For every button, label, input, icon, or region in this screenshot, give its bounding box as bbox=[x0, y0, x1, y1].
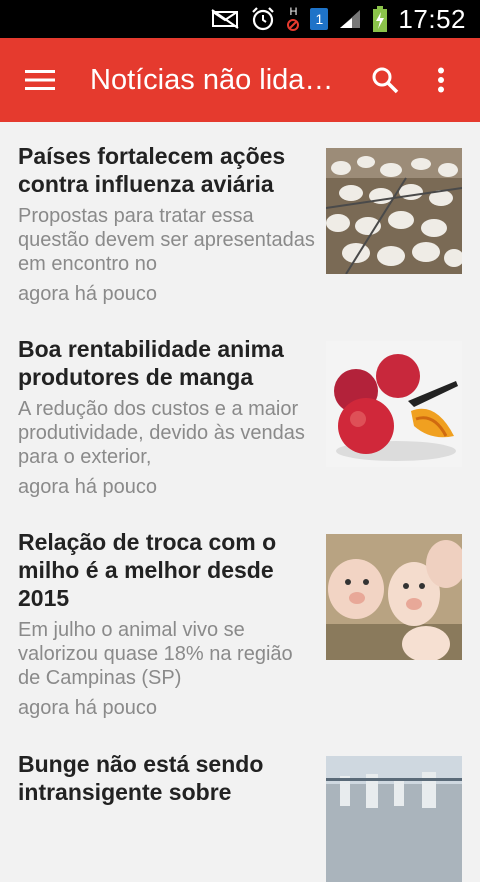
article-text: Países fortalecem ações contra influenza… bbox=[18, 142, 326, 315]
article-headline: Boa rentabilidade anima produtores de ma… bbox=[18, 336, 284, 390]
search-icon bbox=[372, 67, 399, 94]
piglets-image bbox=[326, 534, 462, 660]
article-summary: A redução dos custos e a maior produtivi… bbox=[18, 398, 305, 468]
page-title: Notícias não lida… bbox=[90, 63, 334, 96]
app-bar: Notícias não lida… bbox=[0, 38, 480, 122]
article-text: Relação de troca com o milho é a melhor … bbox=[18, 528, 326, 730]
battery-charging-icon bbox=[372, 6, 388, 32]
network-h-icon: H bbox=[286, 5, 300, 32]
article-thumbnail bbox=[326, 148, 462, 274]
article-text: Boa rentabilidade anima produtores de ma… bbox=[18, 335, 326, 508]
search-button[interactable] bbox=[364, 59, 406, 101]
industrial-silos-image bbox=[326, 756, 462, 882]
article-text: Bunge não está sendo intransigente sobre bbox=[18, 750, 326, 850]
article-item[interactable]: Países fortalecem ações contra influenza… bbox=[0, 122, 480, 315]
article-time: agora há pouco bbox=[18, 476, 158, 498]
alarm-icon bbox=[250, 6, 276, 32]
article-thumbnail bbox=[326, 534, 462, 660]
no-notifications-icon bbox=[210, 8, 240, 30]
article-headline: Relação de troca com o milho é a melhor … bbox=[18, 529, 277, 611]
article-summary: Propostas para tratar essa questão devem… bbox=[18, 205, 315, 275]
mangoes-image bbox=[326, 341, 462, 467]
article-list: Países fortalecem ações contra influenza… bbox=[0, 122, 480, 882]
overflow-menu-button[interactable] bbox=[420, 59, 462, 101]
article-item[interactable]: Bunge não está sendo intransigente sobre bbox=[0, 730, 480, 882]
article-headline: Países fortalecem ações contra influenza… bbox=[18, 143, 286, 197]
sim-icon: 1 bbox=[310, 8, 329, 30]
article-time: agora há pouco bbox=[18, 697, 158, 719]
article-thumbnail bbox=[326, 756, 462, 882]
more-vert-icon bbox=[438, 67, 444, 93]
menu-button[interactable] bbox=[24, 64, 56, 96]
article-time: agora há pouco bbox=[18, 283, 158, 305]
article-item[interactable]: Boa rentabilidade anima produtores de ma… bbox=[0, 315, 480, 508]
chickens-image bbox=[326, 148, 462, 274]
clock: 17:52 bbox=[398, 3, 466, 34]
status-bar: H 1 17:52 bbox=[0, 0, 480, 38]
network-h-label: H bbox=[289, 5, 298, 18]
signal-icon bbox=[338, 8, 362, 30]
article-thumbnail bbox=[326, 341, 462, 467]
sim-number: 1 bbox=[315, 11, 324, 27]
article-summary: Em julho o animal vivo se valorizou quas… bbox=[18, 619, 293, 689]
article-item[interactable]: Relação de troca com o milho é a melhor … bbox=[0, 508, 480, 730]
hamburger-icon bbox=[25, 70, 55, 90]
article-headline: Bunge não está sendo intransigente sobre bbox=[18, 751, 264, 805]
